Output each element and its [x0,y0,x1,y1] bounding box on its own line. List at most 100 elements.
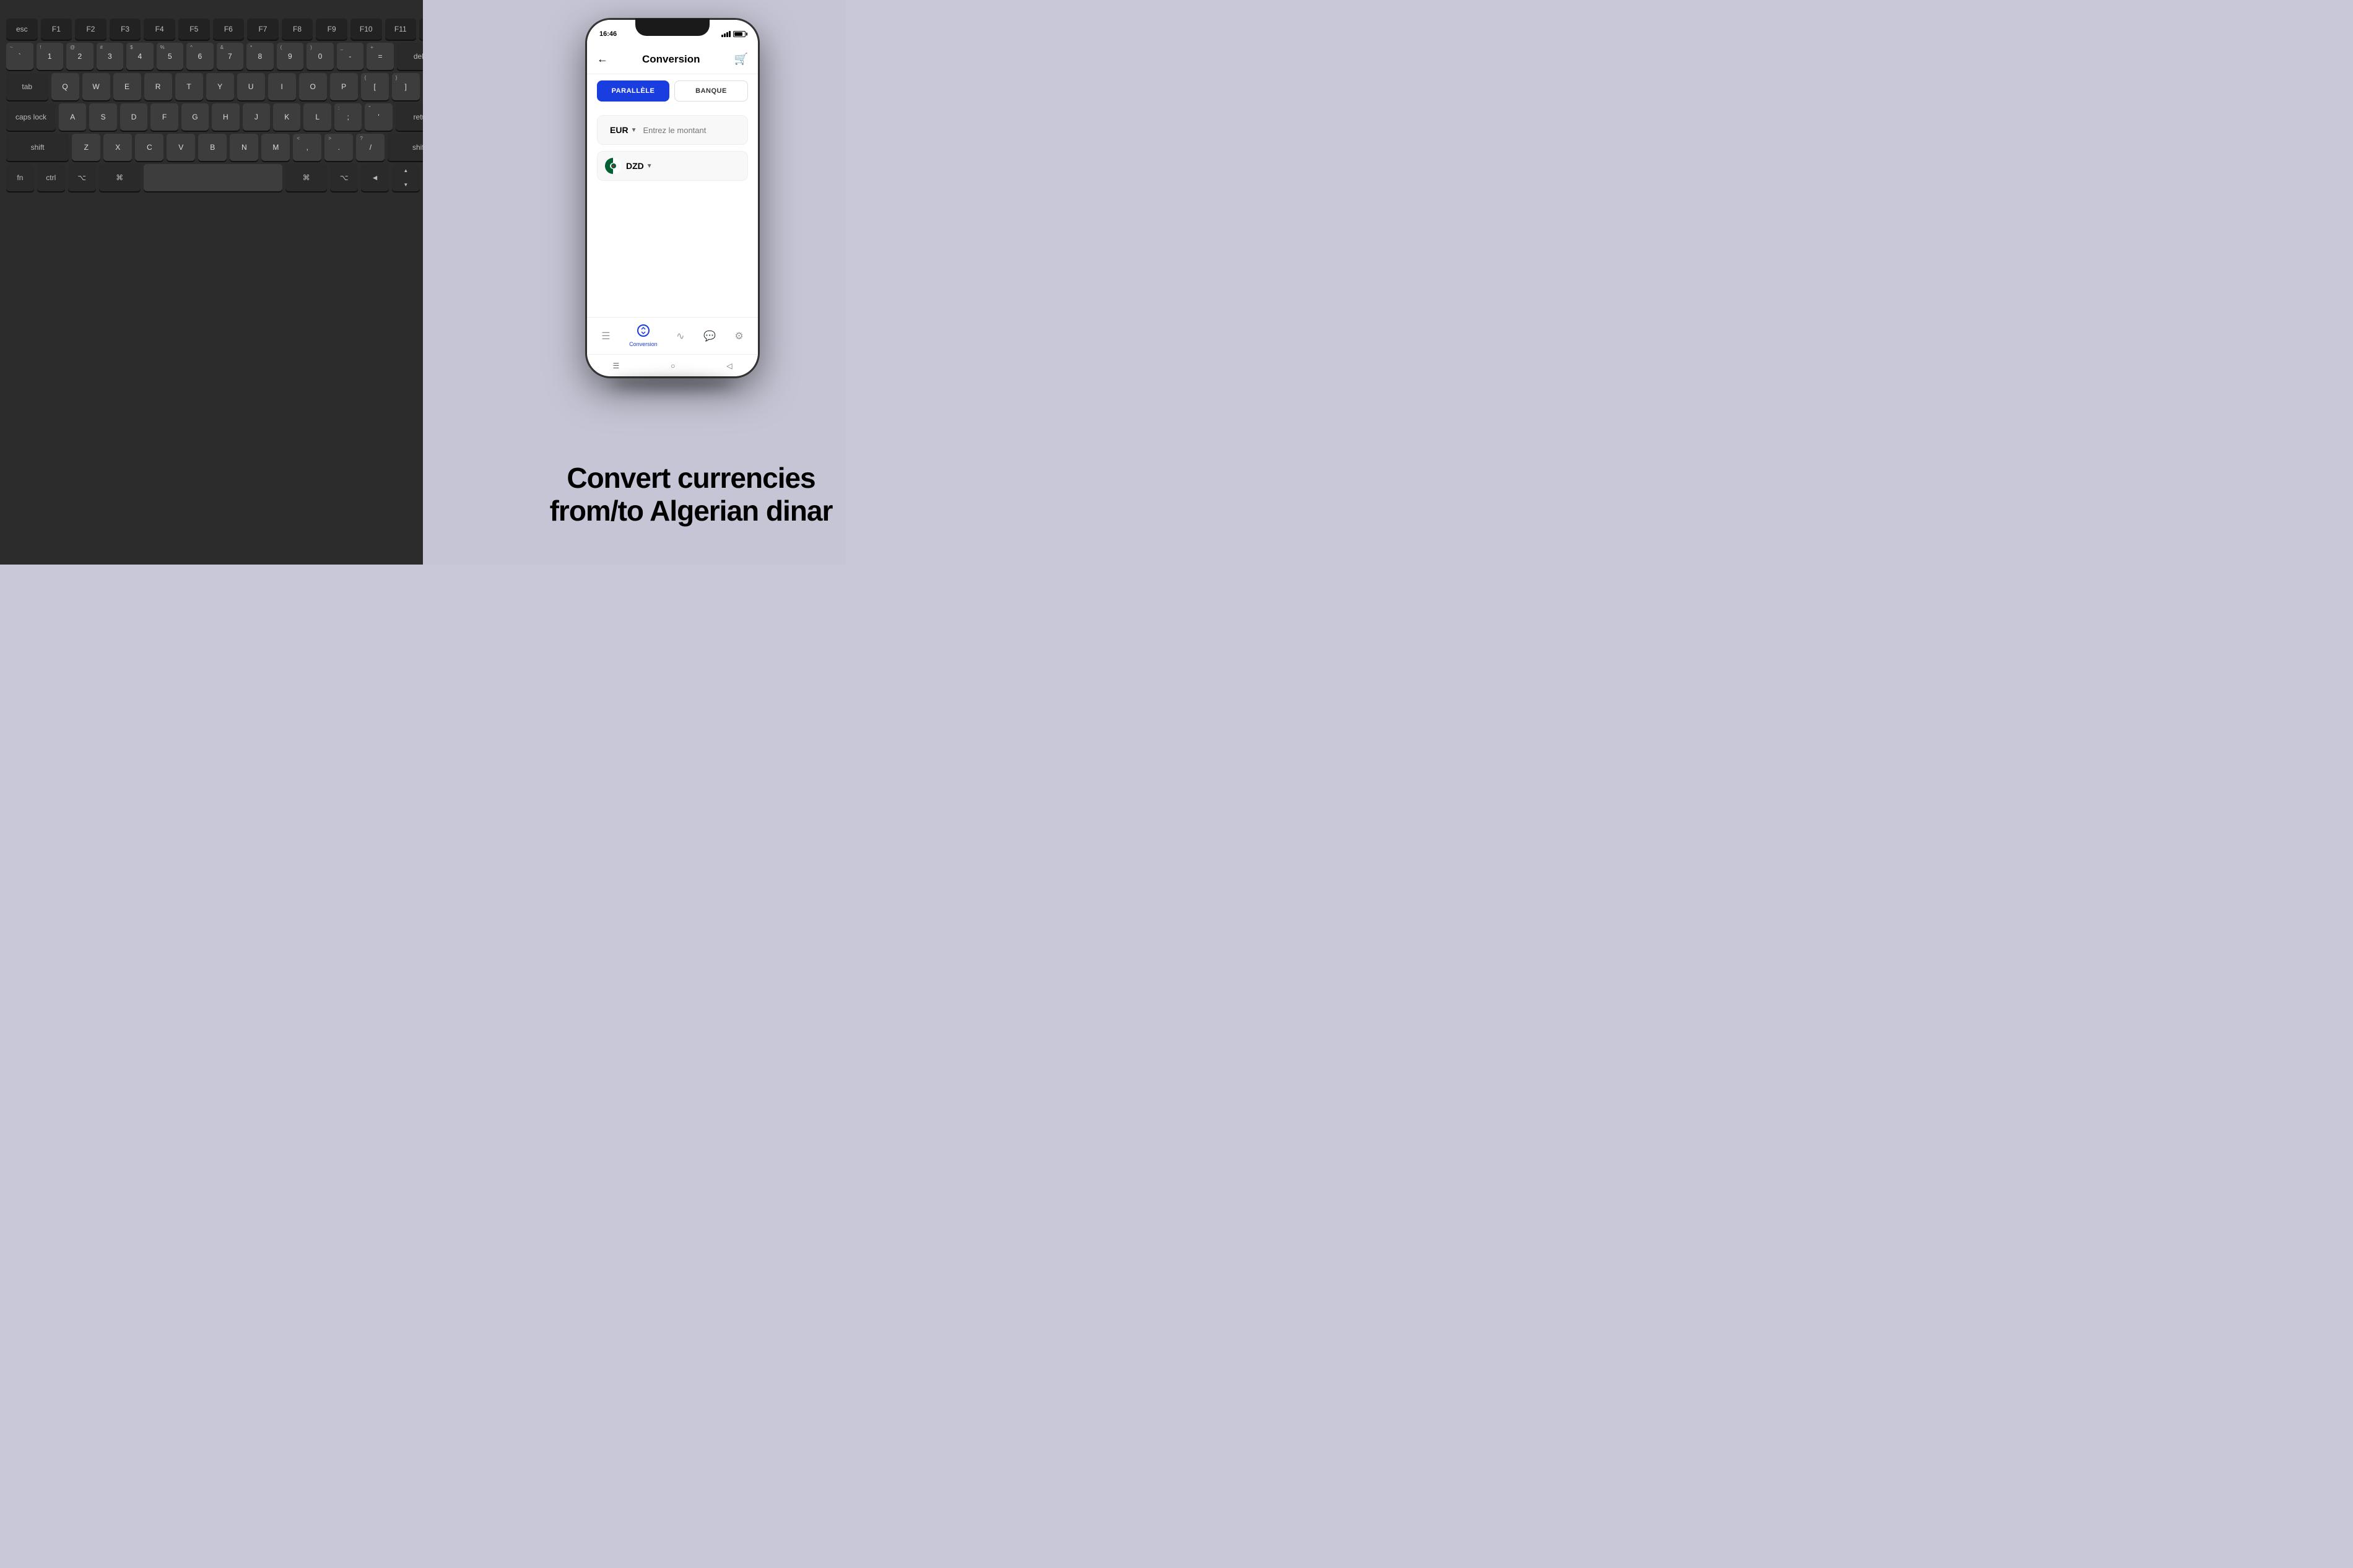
app-title: Conversion [642,53,700,66]
key-h[interactable]: H [212,103,239,131]
app-header: ← Conversion 🛒 [587,45,758,74]
promo-headline: Convert currencies from/to Algerian dina… [549,462,833,527]
key-z[interactable]: Z [72,134,100,161]
key-bracket-r[interactable]: }] [392,73,420,100]
promo-line1: Convert currencies [567,462,815,494]
key-b[interactable]: B [198,134,227,161]
key-f4[interactable]: F4 [144,19,175,40]
eur-code: EUR [610,125,628,135]
key-6[interactable]: ^6 [186,43,214,70]
nav-conversion[interactable]: Conversion [624,322,663,350]
key-arrows-ud[interactable]: ▲ ▼ [392,164,420,191]
key-f[interactable]: F [150,103,178,131]
android-menu-btn[interactable]: ☰ [612,362,619,370]
key-period[interactable]: >. [324,134,353,161]
nav-chat[interactable]: 💬 [698,327,721,345]
key-j[interactable]: J [243,103,270,131]
nav-menu[interactable]: ☰ [596,327,615,345]
key-e[interactable]: E [113,73,141,100]
number-row: ~` !1 @2 #3 $4 %5 ^6 &7 *8 (9 )0 _- += d… [6,43,451,70]
key-t[interactable]: T [175,73,203,100]
key-7[interactable]: &7 [217,43,244,70]
key-q[interactable]: Q [51,73,79,100]
tab-banque[interactable]: BANQUE [674,80,748,102]
key-l[interactable]: L [303,103,331,131]
key-v[interactable]: V [167,134,195,161]
key-d[interactable]: D [120,103,147,131]
bottom-nav: ☰ Conversion ∿ 💬 [587,317,758,354]
key-f2[interactable]: F2 [75,19,107,40]
key-x[interactable]: X [103,134,132,161]
key-c[interactable]: C [135,134,163,161]
key-f5[interactable]: F5 [178,19,210,40]
key-9[interactable]: (9 [277,43,304,70]
key-cmd-r[interactable]: ⌘ [285,164,327,191]
key-f9[interactable]: F9 [316,19,347,40]
key-g[interactable]: G [181,103,209,131]
key-k[interactable]: K [273,103,300,131]
nav-settings[interactable]: ⚙ [729,327,748,345]
key-f6[interactable]: F6 [213,19,245,40]
key-u[interactable]: U [237,73,265,100]
android-back-btn[interactable]: ◁ [726,362,732,370]
tab-parallele[interactable]: PARALLÈLE [597,80,669,102]
key-n[interactable]: N [230,134,258,161]
key-m[interactable]: M [261,134,290,161]
android-home-btn[interactable]: ○ [671,362,675,370]
key-8[interactable]: *8 [246,43,274,70]
battery-icon [733,31,746,37]
key-opt-r[interactable]: ⌥ [330,164,358,191]
key-esc[interactable]: esc [6,19,38,40]
key-comma[interactable]: <, [293,134,321,161]
currency-section: EUR ▼ DZD [587,108,758,317]
key-1[interactable]: !1 [37,43,64,70]
key-a[interactable]: A [59,103,86,131]
key-s[interactable]: S [89,103,116,131]
eur-chevron[interactable]: ▼ [631,127,637,134]
key-arrow-l[interactable]: ◄ [361,164,389,191]
key-f3[interactable]: F3 [110,19,141,40]
key-f1[interactable]: F1 [41,19,72,40]
key-f8[interactable]: F8 [282,19,313,40]
dzd-chevron[interactable]: ▼ [646,163,653,170]
eur-input[interactable] [643,126,752,135]
key-i[interactable]: I [268,73,296,100]
key-y[interactable]: Y [206,73,234,100]
chart-icon: ∿ [676,330,684,342]
cart-icon[interactable]: 🛒 [734,53,748,66]
key-o[interactable]: O [299,73,327,100]
key-5[interactable]: %5 [157,43,184,70]
key-minus[interactable]: _- [337,43,364,70]
battery-fill [734,32,742,36]
nav-chart[interactable]: ∿ [671,327,689,345]
bottom-row: fn ctrl ⌥ ⌘ ⌘ ⌥ ◄ ▲ ▼ ► [6,164,451,191]
key-2[interactable]: @2 [66,43,94,70]
key-quote[interactable]: "' [365,103,392,131]
phone-shadow [611,378,734,390]
status-time: 16:46 [599,30,617,38]
key-4[interactable]: $4 [126,43,154,70]
back-button[interactable]: ← [597,53,608,66]
key-space[interactable] [144,164,282,191]
key-ctrl[interactable]: ctrl [37,164,65,191]
key-semicolon[interactable]: :; [334,103,362,131]
key-p[interactable]: P [330,73,358,100]
key-r[interactable]: R [144,73,172,100]
key-slash[interactable]: ?/ [356,134,385,161]
key-bracket-l[interactable]: {[ [361,73,389,100]
key-3[interactable]: #3 [97,43,124,70]
key-f10[interactable]: F10 [350,19,382,40]
key-caps[interactable]: caps lock [6,103,56,131]
key-equals[interactable]: += [367,43,394,70]
key-cmd-l[interactable]: ⌘ [99,164,141,191]
key-w[interactable]: W [82,73,110,100]
key-fn[interactable]: fn [6,164,34,191]
key-shift-l[interactable]: shift [6,134,69,161]
dzd-row: DZD ▼ [597,151,748,181]
key-0[interactable]: )0 [307,43,334,70]
key-f11[interactable]: F11 [385,19,417,40]
key-f7[interactable]: F7 [247,19,279,40]
key-opt[interactable]: ⌥ [68,164,96,191]
key-tab[interactable]: tab [6,73,48,100]
key-backtick[interactable]: ~` [6,43,33,70]
